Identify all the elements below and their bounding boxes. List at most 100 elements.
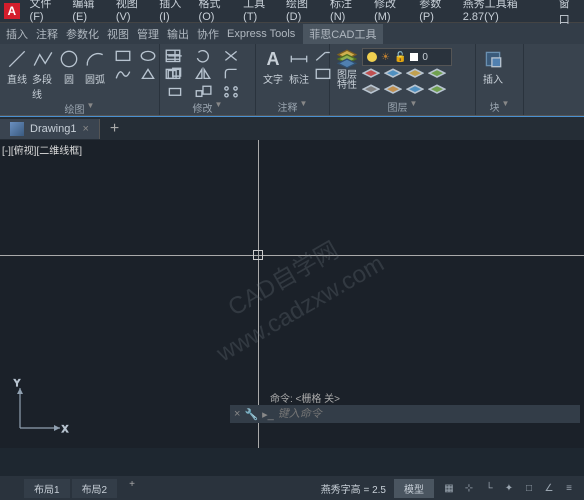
scale-icon[interactable]	[194, 84, 212, 100]
layer-unlock-icon[interactable]	[428, 84, 446, 100]
tab-output[interactable]: 输出	[167, 26, 189, 42]
snap-icon[interactable]: ⊹	[462, 481, 476, 495]
tool-polyline-label: 多段线	[32, 71, 54, 101]
drawing-icon	[10, 122, 24, 136]
chevron-down-icon[interactable]: ▼	[215, 100, 223, 115]
move-icon[interactable]	[166, 48, 184, 64]
panel-modify-title: 修改	[193, 100, 213, 115]
layer-iso-icon[interactable]	[362, 84, 380, 100]
tool-layer-props[interactable]: 图层 特性	[336, 48, 358, 91]
status-bar: 布局1 布局2 + 燕秀字高 = 2.5 模型 ▦ ⊹ └ ✦ □ ∠ ≡	[0, 476, 584, 500]
document-tabs: Drawing1 × +	[0, 116, 584, 140]
layer-match-icon[interactable]	[428, 68, 446, 84]
tool-layerprops-label: 图层 特性	[337, 71, 357, 91]
viewport-label[interactable]: [-][俯视][二维线框]	[2, 142, 82, 157]
close-cmd-icon[interactable]: ×	[234, 408, 240, 420]
tool-circle-label: 圆	[64, 71, 74, 86]
lineweight-icon[interactable]: ≡	[562, 481, 576, 495]
layer-off-icon[interactable]	[362, 68, 380, 84]
rotate-icon[interactable]	[194, 48, 212, 64]
ortho-icon[interactable]: └	[482, 481, 496, 495]
menu-file[interactable]: 文件(F)	[30, 0, 65, 27]
ucs-x-label: X	[62, 424, 68, 434]
layer-freeze-icon[interactable]	[384, 68, 402, 84]
ucs-icon[interactable]: X Y	[10, 378, 70, 438]
tool-insert-block[interactable]: 插入	[482, 48, 504, 86]
tool-dim-label: 标注	[289, 71, 309, 86]
stretch-icon[interactable]	[166, 84, 184, 100]
mirror-icon[interactable]	[194, 66, 212, 82]
polyline-icon	[32, 48, 54, 70]
ribbon: 直线 多段线 圆 圆弧 绘图▼	[0, 44, 584, 116]
chevron-down-icon[interactable]: ▼	[502, 99, 510, 114]
array-icon[interactable]	[222, 84, 240, 100]
circle-icon	[58, 48, 80, 70]
tab-parametric[interactable]: 参数化	[66, 26, 99, 42]
tab-view[interactable]: 视图	[107, 26, 129, 42]
tab-manage[interactable]: 管理	[137, 26, 159, 42]
tool-dimension[interactable]: 标注	[288, 48, 310, 86]
layer-props-icon	[336, 48, 358, 70]
ellipse-icon[interactable]	[139, 48, 157, 64]
tool-polyline[interactable]: 多段线	[32, 48, 54, 101]
command-history: 命令: <栅格 关>	[230, 390, 580, 405]
menu-insert[interactable]: 插入(I)	[159, 0, 190, 27]
layer-thaw-icon[interactable]	[406, 84, 424, 100]
grid-icon[interactable]: ▦	[442, 481, 456, 495]
prompt-icon: ▸_	[262, 408, 274, 421]
trim-icon[interactable]	[222, 48, 240, 64]
otrack-icon[interactable]: ∠	[542, 481, 556, 495]
document-tab[interactable]: Drawing1 ×	[0, 119, 100, 139]
menu-yxtools[interactable]: 燕秀工具箱2.87(Y)	[463, 0, 551, 27]
text-height-status: 燕秀字高 = 2.5	[321, 481, 386, 496]
tab-annotate[interactable]: 注释	[36, 26, 58, 42]
close-icon[interactable]: ×	[82, 123, 88, 135]
tool-line[interactable]: 直线	[6, 48, 28, 86]
layout-tab-2[interactable]: 布局2	[72, 479, 118, 498]
menu-view[interactable]: 视图(V)	[116, 0, 151, 27]
menu-edit[interactable]: 编辑(E)	[72, 0, 107, 27]
polar-icon[interactable]: ✦	[502, 481, 516, 495]
layout-tabs: 布局1 布局2 +	[0, 479, 145, 498]
spline-icon[interactable]	[114, 66, 132, 82]
app-icon[interactable]: A	[4, 3, 20, 19]
dimension-icon	[288, 48, 310, 70]
tool-text[interactable]: A 文字	[262, 48, 284, 86]
add-tab-button[interactable]: +	[100, 120, 129, 138]
tab-cadtools[interactable]: 菲思CAD工具	[303, 24, 382, 44]
command-bar: 命令: <栅格 关> × 🔧 ▸_	[230, 390, 580, 424]
tab-express[interactable]: Express Tools	[227, 28, 295, 40]
status-toggles: ▦ ⊹ └ ✦ □ ∠ ≡	[442, 481, 576, 495]
sun-icon: ☀	[381, 52, 390, 63]
layer-on-icon[interactable]	[384, 84, 402, 100]
layer-lock-icon[interactable]	[406, 68, 424, 84]
customize-icon[interactable]: 🔧	[244, 408, 258, 421]
chevron-down-icon[interactable]: ▼	[87, 101, 95, 116]
layout-tab-1[interactable]: 布局1	[24, 479, 70, 498]
tab-collab[interactable]: 协作	[197, 26, 219, 42]
insert-block-icon	[482, 48, 504, 70]
layer-dropdown[interactable]: ☀ 🔓 0	[362, 48, 452, 66]
menu-format[interactable]: 格式(O)	[199, 0, 236, 27]
tab-insert[interactable]: 插入	[6, 26, 28, 42]
rectangle-icon[interactable]	[114, 48, 132, 64]
menu-param[interactable]: 参数(P)	[419, 0, 454, 27]
title-bar: A 文件(F) 编辑(E) 视图(V) 插入(I) 格式(O) 工具(T) 绘图…	[0, 0, 584, 22]
region-icon[interactable]	[139, 66, 157, 82]
command-input[interactable]	[278, 408, 576, 420]
chevron-down-icon[interactable]: ▼	[410, 99, 418, 114]
pickbox	[253, 250, 263, 260]
add-layout-button[interactable]: +	[119, 479, 145, 498]
chevron-down-icon[interactable]: ▼	[300, 99, 308, 114]
tool-circle[interactable]: 圆	[58, 48, 80, 86]
fillet-icon[interactable]	[222, 66, 240, 82]
tool-arc[interactable]: 圆弧	[84, 48, 106, 86]
osnap-icon[interactable]: □	[522, 481, 536, 495]
model-button[interactable]: 模型	[394, 479, 434, 498]
copy-icon[interactable]	[166, 66, 184, 82]
command-line[interactable]: × 🔧 ▸_	[230, 405, 580, 423]
menu-window[interactable]: 窗口	[559, 0, 580, 27]
menu-tools[interactable]: 工具(T)	[243, 0, 278, 27]
tool-insert-label: 插入	[483, 71, 503, 86]
drawing-canvas[interactable]: [-][俯视][二维线框] CAD自学网 www.cadzxw.com X Y …	[0, 140, 584, 448]
